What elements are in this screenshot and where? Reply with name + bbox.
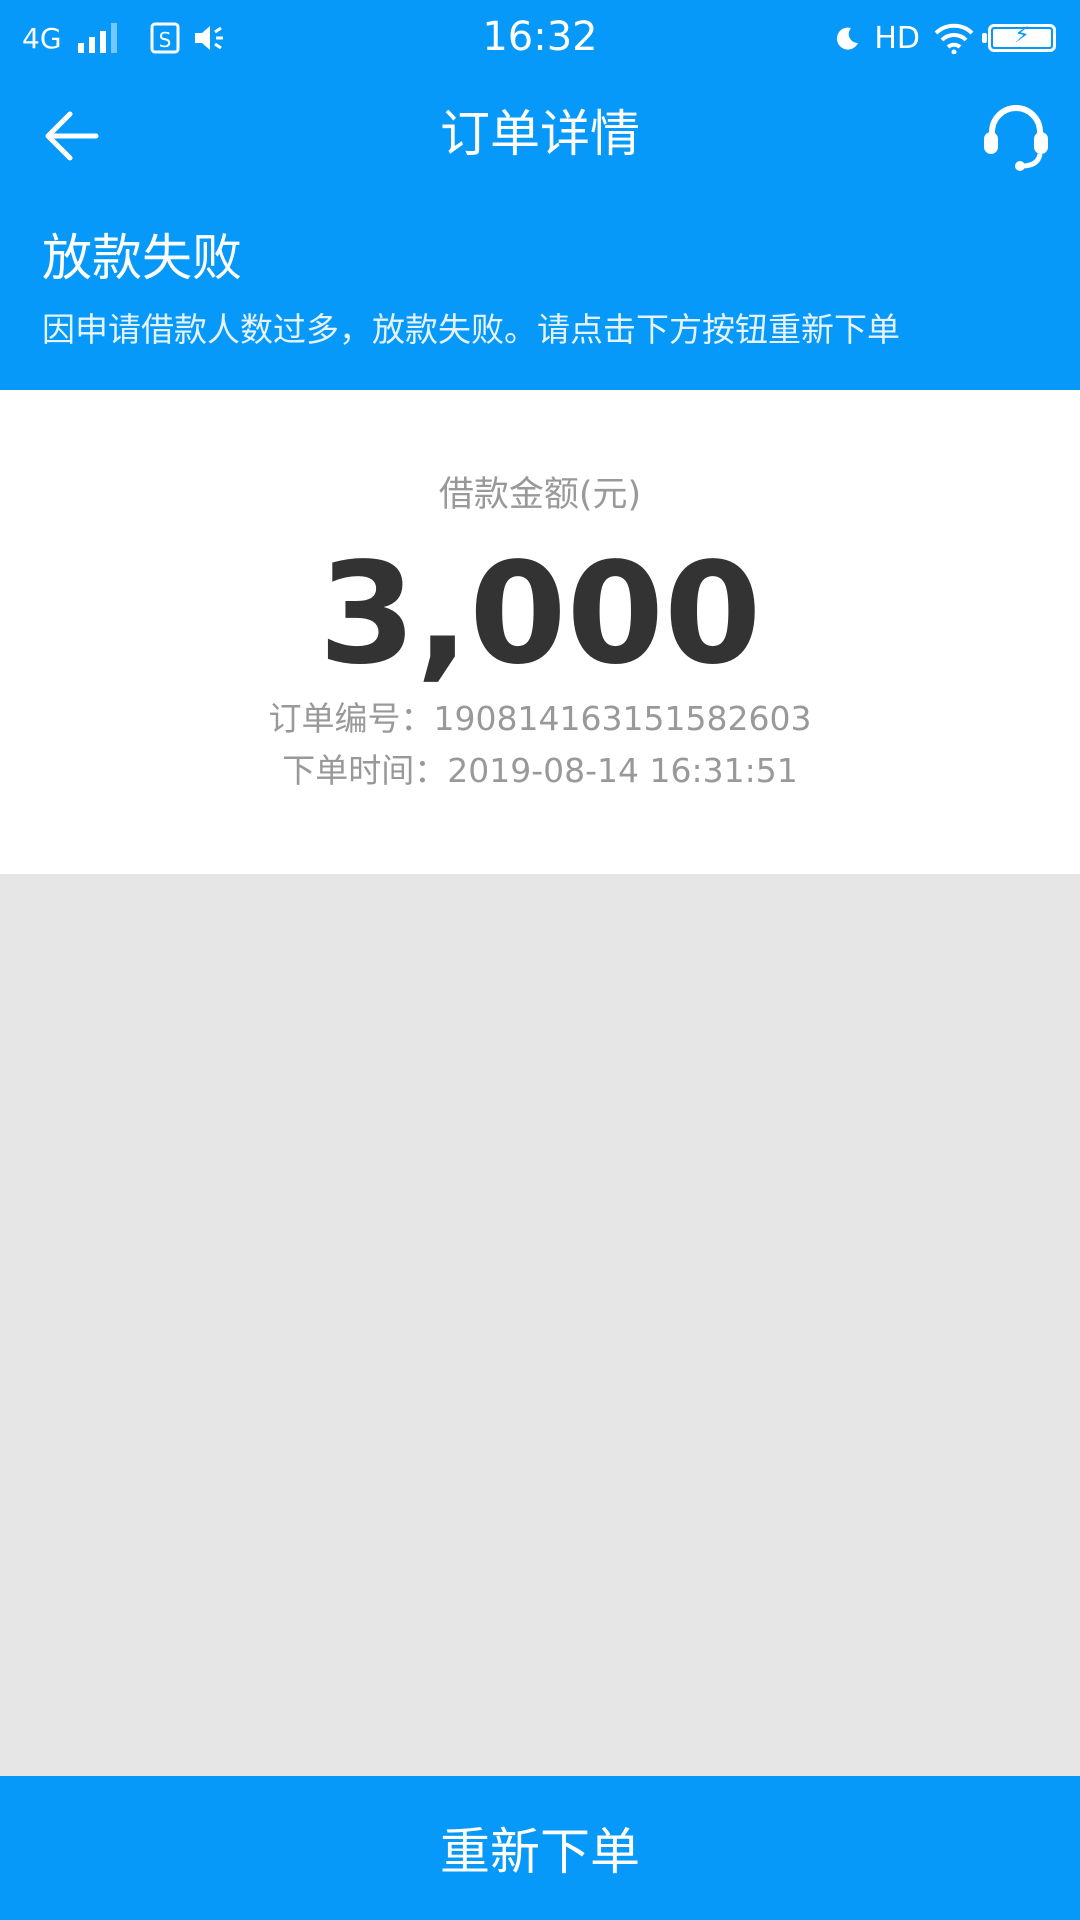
status-bar-right: HD ⚡ [834, 16, 1056, 60]
loan-status-title: 放款失败 [42, 229, 242, 287]
hd-indicator: HD [874, 20, 920, 56]
status-banner: 放款失败 因申请借款人数过多，放款失败。请点击下方按钮重新下单 [0, 196, 1080, 390]
moon-icon [837, 27, 859, 50]
charging-icon: ⚡ [1014, 23, 1030, 48]
reorder-button[interactable]: 重新下单 [0, 1776, 1080, 1920]
battery-icon: ⚡ [982, 23, 1056, 52]
nav-bar: 订单详情 [0, 76, 1080, 196]
order-time-row: 下单时间：2019-08-14 16:31:51 [0, 744, 1080, 792]
order-number-value: 190814163151582603 [433, 699, 812, 738]
loan-status-description: 因申请借款人数过多，放款失败。请点击下方按钮重新下单 [42, 310, 900, 349]
order-number-label: 订单编号： [268, 699, 434, 738]
amount-card: 借款金额(元) 3,000 订单编号：190814163151582603 下单… [0, 390, 1080, 874]
order-time-label: 下单时间： [282, 751, 448, 790]
status-bar: 4G S 16:32 HD ⚡ [0, 0, 1080, 76]
amount-value: 3,000 [318, 533, 762, 696]
page-title: 订单详情 [440, 105, 640, 163]
order-time-value: 2019-08-14 16:31:51 [447, 751, 798, 790]
customer-service-icon[interactable] [978, 98, 1054, 174]
order-number-row: 订单编号：190814163151582603 [0, 692, 1080, 740]
amount-label: 借款金额(元) [438, 475, 642, 515]
wifi-icon [934, 23, 974, 54]
